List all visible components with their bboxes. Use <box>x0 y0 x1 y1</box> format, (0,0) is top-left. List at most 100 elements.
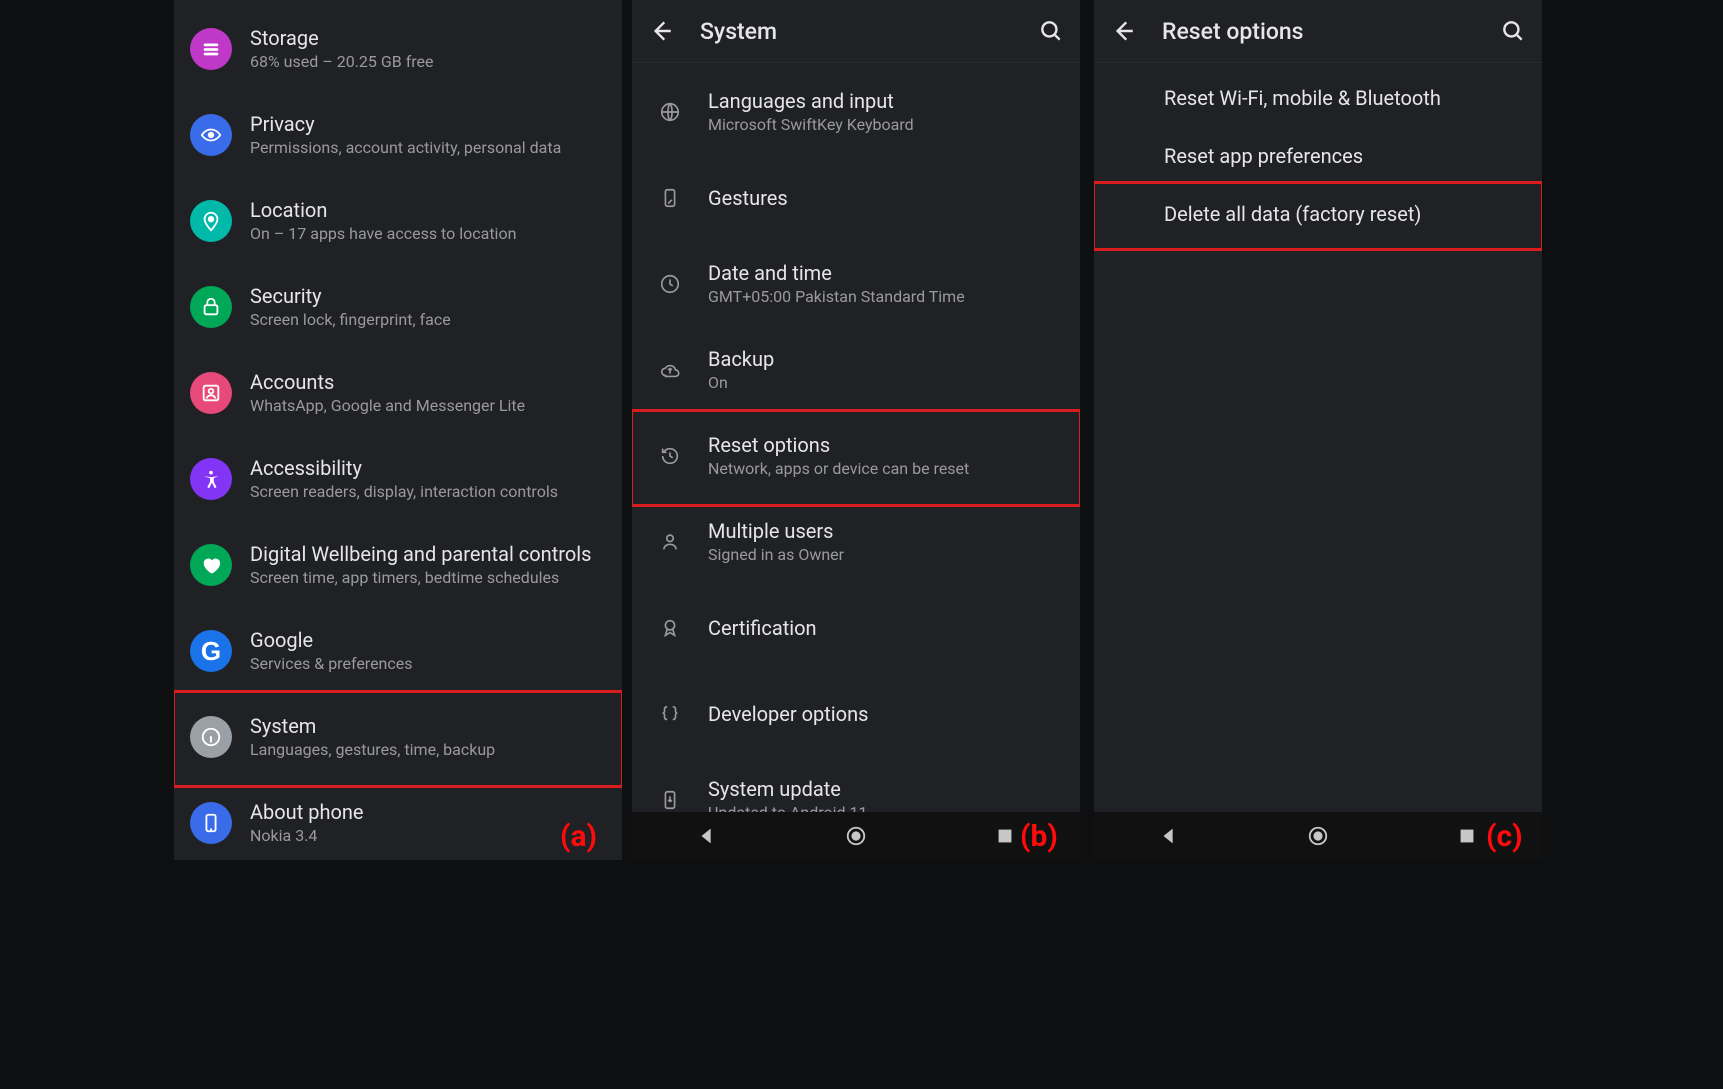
system-topbar: System <box>632 0 1080 63</box>
item-sub: GMT+05:00 Pakistan Standard Time <box>708 287 1066 307</box>
reset-item[interactable]: Reset Wi-Fi, mobile & Bluetooth <box>1094 69 1542 127</box>
system-item[interactable]: Reset optionsNetwork, apps or device can… <box>632 413 1080 499</box>
g-icon: G <box>190 630 232 672</box>
user-icon <box>646 531 694 553</box>
annotation-c: (c) <box>1486 819 1523 854</box>
item-sub: WhatsApp, Google and Messenger Lite <box>250 396 606 416</box>
item-sub: Languages, gestures, time, backup <box>250 740 606 760</box>
reset-list: Reset Wi-Fi, mobile & Bluetooth Reset app… <box>1094 63 1542 243</box>
lock-icon <box>190 286 232 328</box>
nav-home-icon[interactable] <box>845 825 867 847</box>
system-item[interactable]: BackupOn <box>632 327 1080 413</box>
system-screen: System Languages and inputMicrosoft Swif… <box>632 0 1080 860</box>
system-item[interactable]: Developer options <box>632 671 1080 757</box>
square-user-icon <box>190 372 232 414</box>
settings-item[interactable]: SecurityScreen lock, fingerprint, face <box>174 264 622 350</box>
reset-screen: Reset options Reset Wi-Fi, mobile & Blue… <box>1094 0 1542 860</box>
nav-back-icon[interactable] <box>1158 825 1180 847</box>
settings-screen: Storage68% used – 20.25 GB freePrivacyPe… <box>174 0 622 860</box>
system-item[interactable]: Languages and inputMicrosoft SwiftKey Ke… <box>632 69 1080 155</box>
info-icon <box>190 716 232 758</box>
item-sub: Services & preferences <box>250 654 606 674</box>
item-title: Accessibility <box>250 456 606 480</box>
reset-item[interactable]: Delete all data (factory reset) <box>1094 185 1542 243</box>
ribbon-icon <box>646 617 694 639</box>
settings-item[interactable]: AccountsWhatsApp, Google and Messenger L… <box>174 350 622 436</box>
restore-icon <box>646 445 694 467</box>
item-title: Digital Wellbeing and parental controls <box>250 542 606 566</box>
item-title: System <box>250 714 606 738</box>
settings-item[interactable]: About phoneNokia 3.4 <box>174 780 622 860</box>
phone-box-icon <box>190 802 232 844</box>
item-title: System update <box>708 777 1066 801</box>
settings-item[interactable]: AccessibilityScreen readers, display, in… <box>174 436 622 522</box>
system-list: Languages and inputMicrosoft SwiftKey Ke… <box>632 63 1080 843</box>
settings-item[interactable]: SystemLanguages, gestures, time, backup <box>174 694 622 780</box>
item-title: Languages and input <box>708 89 1066 113</box>
back-icon[interactable] <box>1110 18 1136 44</box>
nav-home-icon[interactable] <box>1307 825 1329 847</box>
system-item[interactable]: Multiple usersSigned in as Owner <box>632 499 1080 585</box>
system-item[interactable]: Date and timeGMT+05:00 Pakistan Standard… <box>632 241 1080 327</box>
item-sub: 68% used – 20.25 GB free <box>250 52 606 72</box>
item-sub: Screen readers, display, interaction con… <box>250 482 606 502</box>
gesture-icon <box>646 187 694 209</box>
settings-item[interactable]: LocationOn – 17 apps have access to loca… <box>174 178 622 264</box>
item-title: About phone <box>250 800 606 824</box>
settings-list: Storage68% used – 20.25 GB freePrivacyPe… <box>174 0 622 860</box>
item-title: Certification <box>708 616 1066 640</box>
item-title: Date and time <box>708 261 1066 285</box>
nav-recent-icon[interactable] <box>994 825 1016 847</box>
item-title: Google <box>250 628 606 652</box>
item-title: Delete all data (factory reset) <box>1164 202 1421 226</box>
annotation-b: (b) <box>1020 819 1058 854</box>
item-title: Security <box>250 284 606 308</box>
cloud-icon <box>646 359 694 381</box>
item-sub: Nokia 3.4 <box>250 826 606 846</box>
nav-recent-icon[interactable] <box>1456 825 1478 847</box>
item-title: Multiple users <box>708 519 1066 543</box>
settings-item[interactable]: Storage68% used – 20.25 GB free <box>174 6 622 92</box>
item-sub: Permissions, account activity, personal … <box>250 138 606 158</box>
clock-icon <box>646 273 694 295</box>
pin-icon <box>190 200 232 242</box>
nav-bar <box>632 812 1080 860</box>
item-sub: Network, apps or device can be reset <box>708 459 1066 479</box>
item-title: Gestures <box>708 186 1066 210</box>
settings-item[interactable]: Digital Wellbeing and parental controlsS… <box>174 522 622 608</box>
item-title: Reset options <box>708 433 1066 457</box>
item-title: Backup <box>708 347 1066 371</box>
back-icon[interactable] <box>648 18 674 44</box>
nav-back-icon[interactable] <box>696 825 718 847</box>
item-sub: Signed in as Owner <box>708 545 1066 565</box>
braces-icon <box>646 703 694 725</box>
reset-title: Reset options <box>1162 18 1500 45</box>
reset-topbar: Reset options <box>1094 0 1542 63</box>
settings-item[interactable]: PrivacyPermissions, account activity, pe… <box>174 92 622 178</box>
item-sub: On – 17 apps have access to location <box>250 224 606 244</box>
search-icon[interactable] <box>1038 18 1064 44</box>
system-item[interactable]: Certification <box>632 585 1080 671</box>
item-sub: Screen time, app timers, bedtime schedul… <box>250 568 606 588</box>
settings-item[interactable]: G GoogleServices & preferences <box>174 608 622 694</box>
item-title: Developer options <box>708 702 1066 726</box>
item-sub: Microsoft SwiftKey Keyboard <box>708 115 1066 135</box>
item-sub: Screen lock, fingerprint, face <box>250 310 606 330</box>
globe-icon <box>646 101 694 123</box>
item-title: Privacy <box>250 112 606 136</box>
item-title: Accounts <box>250 370 606 394</box>
phone-down-icon <box>646 789 694 811</box>
system-item[interactable]: Gestures <box>632 155 1080 241</box>
reset-item[interactable]: Reset app preferences <box>1094 127 1542 185</box>
disc-icon <box>190 28 232 70</box>
search-icon[interactable] <box>1500 18 1526 44</box>
item-sub: On <box>708 373 1066 393</box>
annotation-a: (a) <box>560 819 597 854</box>
nav-bar <box>1094 812 1542 860</box>
item-title: Reset Wi-Fi, mobile & Bluetooth <box>1164 86 1441 110</box>
system-title: System <box>700 18 1038 45</box>
item-title: Reset app preferences <box>1164 144 1363 168</box>
item-title: Location <box>250 198 606 222</box>
heart-icon <box>190 544 232 586</box>
eye-icon <box>190 114 232 156</box>
